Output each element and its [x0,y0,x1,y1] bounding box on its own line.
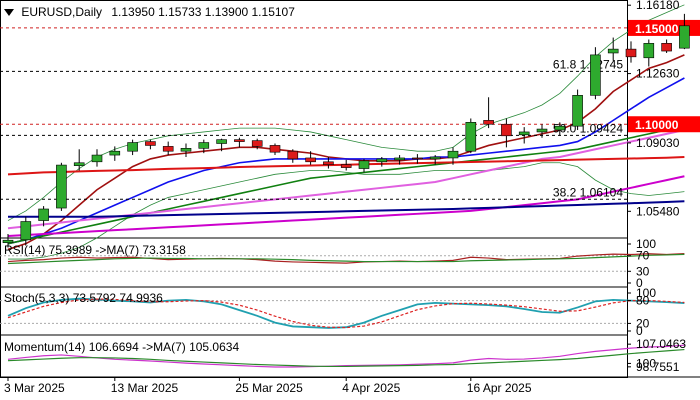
candle-body [216,139,227,144]
candle-body [127,142,138,152]
x-tick-label: 13 Mar 2025 [111,381,179,395]
moving-average-line [7,129,685,230]
candle-body [483,120,494,125]
dropdown-arrow-icon[interactable] [4,9,14,17]
chart-header: EURUSD,Daily 1.13950 1.15733 1.13900 1.1… [4,5,295,19]
indicator-tick-label: 70 [636,249,650,263]
candle-body [20,221,32,241]
price-tag-label: 1.15000 [635,22,679,36]
candle-body [56,164,67,209]
fib-level-label: 38.2 1.06104 [553,185,623,199]
y-tick-label: 1.16180 [636,0,680,12]
candle-body [145,141,156,146]
candle-body [251,140,263,147]
candle-body [287,150,299,160]
candle-body [625,48,637,58]
candle-body [394,157,405,161]
candle-body [643,43,655,59]
momentum-label: Momentum(14) 106.6694 ->MA(7) 105.0634 [4,340,240,354]
candle-body [323,161,334,165]
price-tag-label: 1.10000 [635,118,679,132]
candle-body [447,150,459,159]
candle-body [590,54,601,96]
candle-body [340,164,352,168]
candle-body [501,123,512,137]
candle-body [554,125,566,131]
indicator-tick-label: 100 [636,356,656,370]
rsi-label: RSI(14) 75.3989 ->MA(7) 73.3158 [4,243,186,257]
candle-body [38,208,49,221]
x-tick-label: 25 Mar 2025 [235,381,303,395]
candle-body [358,160,370,169]
y-tick-label: 1.05480 [636,204,680,218]
candle-body [412,157,423,160]
ohlc-values: 1.13950 1.15733 1.13900 1.15107 [111,5,295,19]
y-tick-label: 1.12630 [636,67,680,81]
candle-body [572,95,583,127]
candle-body [269,145,281,153]
candle-body [305,157,316,163]
candle-body [376,158,388,163]
moving-average-line [8,200,685,218]
candle-body [607,48,619,54]
y-tick-label: 1.09030 [636,136,680,150]
candle-body [180,148,192,152]
candle-body [91,154,103,163]
indicator-tick-label: 107.0463 [636,337,686,351]
stoch-label: Stoch(5,3,3) 73.5792 74.9936 [4,291,163,305]
x-tick-label: 3 Mar 2025 [4,381,65,395]
symbol-label: EURUSD,Daily [21,5,103,19]
indicator-tick-label: 0 [636,324,643,338]
candle-body [162,146,174,152]
candle-body [198,142,210,149]
indicator-tick-label: 80 [636,294,650,308]
candle-body [109,150,121,156]
candle-body [679,25,690,49]
candle-body [73,162,85,166]
candle-body [518,131,530,136]
x-tick-label: 16 Apr 2025 [467,381,532,395]
candle-body [465,122,477,152]
candle-body [536,128,548,133]
moving-averages [7,54,685,251]
candle-body [429,156,441,160]
candle-body [234,139,245,142]
candle-body [661,43,672,52]
x-tick-label: 4 Apr 2025 [342,381,400,395]
plot-frame [0,0,628,378]
